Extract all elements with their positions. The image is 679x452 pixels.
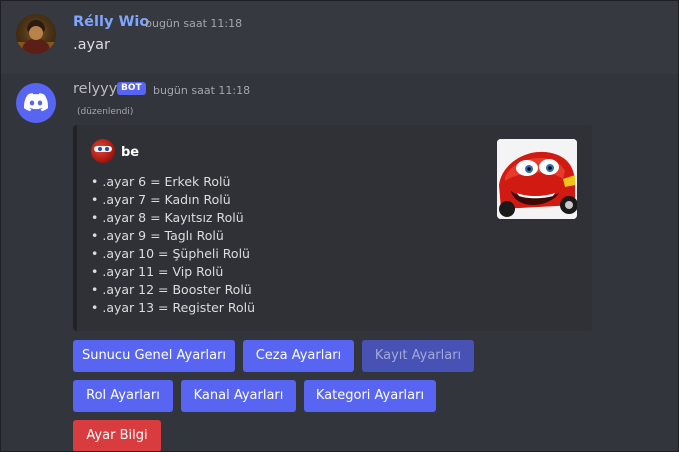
bot-tag-badge: BOT [117,82,146,95]
bot-avatar-discord-icon[interactable] [16,83,56,123]
message-user: Rélly Wio bugün saat 11:18 .ayar [1,1,678,74]
kayit-ayarlari-button[interactable]: Kayıt Ayarları [362,340,474,372]
user-avatar[interactable] [16,14,56,54]
embed-line: • .ayar 12 = Booster Rolü [91,282,252,297]
edited-label: (düzenlendi) [77,107,134,117]
embed-line: • .ayar 7 = Kadın Rolü [91,192,231,207]
embed-line: • .ayar 9 = Taglı Rolü [91,228,224,243]
embed-line: • .ayar 13 = Register Rolü [91,300,256,315]
user-timestamp: bugün saat 11:18 [145,17,243,30]
ayar-bilgi-button[interactable]: Ayar Bilgi [73,420,161,451]
embed-line: • .ayar 8 = Kayıtsız Rolü [91,210,244,225]
embed-thumbnail-car-image[interactable] [497,139,577,219]
rol-ayarlari-button[interactable]: Rol Ayarları [73,380,173,412]
embed-line: • .ayar 6 = Erkek Rolü [91,174,231,189]
embed-line: • .ayar 10 = Şüpheli Rolü [91,246,250,261]
kanal-ayarlari-button[interactable]: Kanal Ayarları [181,380,296,412]
embed: be • .ayar 6 = Erkek Rolü • .ayar 7 = Ka… [73,125,592,331]
embed-author-name: be [121,145,140,160]
embed-description: • .ayar 6 = Erkek Rolü • .ayar 7 = Kadın… [91,173,255,317]
kategori-ayarlari-button[interactable]: Kategori Ayarları [304,380,436,412]
bot-timestamp: bugün saat 11:18 [153,84,251,97]
user-username[interactable]: Rélly Wio [73,14,149,30]
embed-line: • .ayar 11 = Vip Rolü [91,264,224,279]
sunucu-genel-ayarlari-button[interactable]: Sunucu Genel Ayarları [73,340,235,372]
ceza-ayarlari-button[interactable]: Ceza Ayarları [243,340,354,372]
user-message-content: .ayar [73,37,110,53]
bot-username[interactable]: relyyy [73,81,117,97]
discord-logo-icon [24,93,48,112]
embed-author-icon [91,139,115,163]
chat-view: Rélly Wio bugün saat 11:18 .ayar relyyy … [0,0,679,452]
